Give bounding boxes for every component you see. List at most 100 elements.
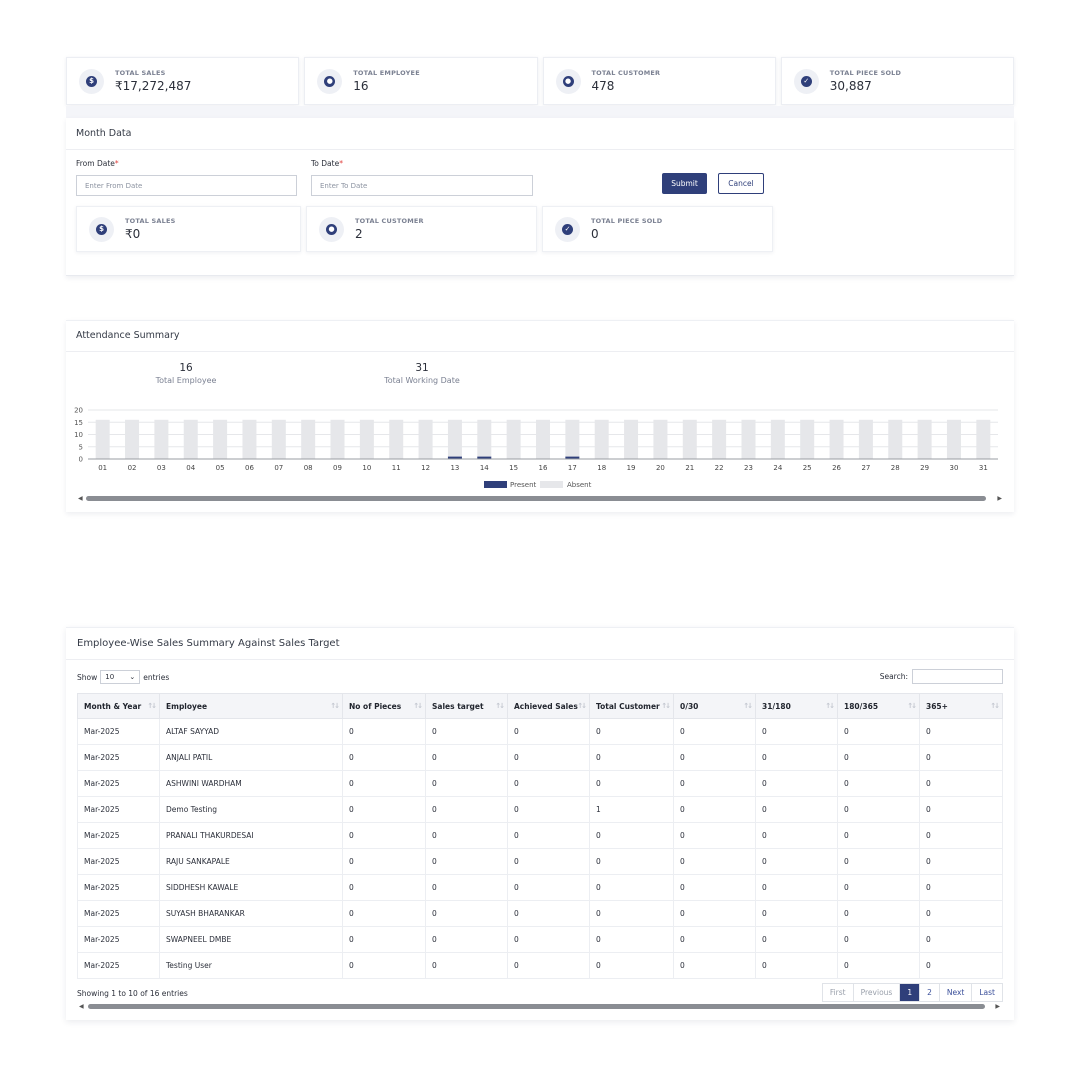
column-header[interactable]: 365+ ↑↓ (919, 693, 1003, 719)
column-header[interactable]: Employee ↑↓ (159, 693, 343, 719)
table-cell: 0 (755, 900, 838, 927)
submit-button[interactable]: Submit (662, 173, 707, 194)
sort-icon[interactable]: ↑↓ (495, 702, 505, 710)
divider (66, 351, 1014, 352)
table-cell: Mar-2025 (77, 718, 160, 745)
check-icon: ✓ (555, 216, 580, 242)
total-working-date-stat: 31 Total Working Date (362, 362, 482, 385)
sort-icon[interactable]: ↑↓ (413, 702, 423, 710)
bar-absent (389, 419, 404, 459)
dollar-icon: $ (89, 216, 114, 242)
table-row: Mar-2025 Demo Testing 0 0 0 1 0 0 0 0 (77, 796, 1003, 823)
table-cell: 0 (425, 848, 508, 875)
table-cell: 0 (425, 718, 508, 745)
column-header[interactable]: Sales target ↑↓ (425, 693, 508, 719)
scrollbar-thumb[interactable] (88, 1004, 985, 1009)
table-cell: 0 (673, 744, 756, 771)
sort-icon[interactable]: ↑↓ (825, 702, 835, 710)
x-tick-label: 19 (627, 464, 636, 472)
bar-absent (95, 419, 110, 459)
table-cell: 0 (342, 900, 426, 927)
column-header[interactable]: Month & Year ↑↓ (77, 693, 160, 719)
stat-label: Total Working Date (384, 376, 460, 385)
page-length-select[interactable]: 10 ⌄ (100, 670, 141, 684)
stat-value: 2 (355, 227, 363, 241)
table-cell: 0 (673, 874, 756, 901)
table-cell: 0 (507, 770, 590, 797)
stat-value: 16 (353, 79, 369, 93)
table-cell: 0 (919, 848, 1003, 875)
table-cell: Testing User (159, 952, 343, 979)
scrollbar-thumb[interactable] (86, 496, 986, 501)
chevron-down-icon: ⌄ (129, 673, 136, 681)
table-cell: 0 (342, 874, 426, 901)
to-date-label: To Date* (311, 159, 343, 168)
scroll-right-icon[interactable]: ▶ (997, 494, 1002, 503)
table-cell: 0 (673, 770, 756, 797)
pagination-last-button[interactable]: Last (972, 984, 1002, 1001)
table-cell: 0 (342, 770, 426, 797)
pagination-first-button[interactable]: First (823, 984, 854, 1001)
sort-icon[interactable]: ↑↓ (743, 702, 753, 710)
column-header[interactable]: 180/365 ↑↓ (837, 693, 920, 719)
chart-scrollbar[interactable]: ◀ ▶ (76, 494, 1004, 503)
sort-icon[interactable]: ↑↓ (147, 702, 157, 710)
cancel-button[interactable]: Cancel (718, 173, 764, 194)
table-row: Mar-2025 ALTAF SAYYAD 0 0 0 0 0 0 0 0 (77, 718, 1003, 745)
table-cell: 0 (673, 926, 756, 953)
scroll-right-icon[interactable]: ▶ (995, 1002, 1000, 1011)
table-cell: 0 (507, 926, 590, 953)
stat-label: TOTAL SALES (115, 69, 166, 77)
x-tick-label: 26 (832, 464, 841, 472)
stat-label: TOTAL PIECE SOLD (829, 69, 902, 77)
table-cell: 0 (837, 952, 920, 979)
table-cell: 0 (507, 718, 590, 745)
pagination-2-button[interactable]: 2 (920, 984, 940, 1001)
table-row: Mar-2025 SWAPNEEL DMBE 0 0 0 0 0 0 0 0 (77, 926, 1003, 953)
bar-absent (242, 419, 257, 459)
table-row: Mar-2025 Testing User 0 0 0 0 0 0 0 0 (77, 952, 1003, 979)
table-cell: 0 (919, 874, 1003, 901)
stat-value: 31 (415, 362, 429, 374)
x-tick-label: 09 (333, 464, 342, 472)
table-cell: Demo Testing (159, 796, 343, 823)
column-header[interactable]: 0/30 ↑↓ (673, 693, 756, 719)
to-date-input[interactable]: Enter To Date (311, 175, 533, 196)
scroll-left-icon[interactable]: ◀ (79, 1002, 84, 1011)
sort-icon[interactable]: ↑↓ (990, 702, 1000, 710)
x-tick-label: 05 (216, 464, 225, 472)
stat-value: 478 (591, 79, 615, 93)
scroll-left-icon[interactable]: ◀ (78, 494, 83, 503)
search-input[interactable] (912, 669, 1003, 684)
sort-icon[interactable]: ↑↓ (907, 702, 917, 710)
table-cell: 0 (425, 952, 508, 979)
month-data-panel: Month Data From Date* Enter From Date To… (66, 118, 1014, 276)
table-cell: 0 (425, 822, 508, 849)
from-date-input[interactable]: Enter From Date (76, 175, 297, 196)
sort-icon[interactable]: ↑↓ (577, 702, 587, 710)
stat-label: TOTAL PIECE SOLD (591, 217, 663, 225)
table-cell: 0 (589, 848, 674, 875)
table-scrollbar[interactable]: ◀ ▶ (77, 1002, 1002, 1011)
table-row: Mar-2025 ASHWINI WARDHAM 0 0 0 0 0 0 0 0 (77, 770, 1003, 797)
attendance-summary-panel: Attendance Summary 16 Total Employee 31 … (66, 320, 1014, 512)
sort-icon[interactable]: ↑↓ (330, 702, 340, 710)
pagination-next-button[interactable]: Next (940, 984, 973, 1001)
column-header[interactable]: 31/180 ↑↓ (755, 693, 838, 719)
table-cell: 0 (342, 718, 426, 745)
bar-absent (770, 419, 785, 459)
bar-absent (829, 419, 844, 459)
table-cell: 0 (755, 822, 838, 849)
stat-value: 16 (179, 362, 193, 374)
column-header[interactable]: Total Customer ↑↓ (589, 693, 674, 719)
column-header[interactable]: Achieved Sales ↑↓ (507, 693, 590, 719)
table-cell: 0 (589, 926, 674, 953)
table-cell: ASHWINI WARDHAM (159, 770, 343, 797)
x-tick-label: 16 (539, 464, 548, 472)
bar-absent (154, 419, 169, 459)
sort-icon[interactable]: ↑↓ (661, 702, 671, 710)
pagination-1-button[interactable]: 1 (900, 984, 921, 1001)
pagination-previous-button[interactable]: Previous (854, 984, 901, 1001)
column-header[interactable]: No of Pieces ↑↓ (342, 693, 426, 719)
stat-card-total-customer: ● TOTAL CUSTOMER 478 (542, 57, 776, 105)
